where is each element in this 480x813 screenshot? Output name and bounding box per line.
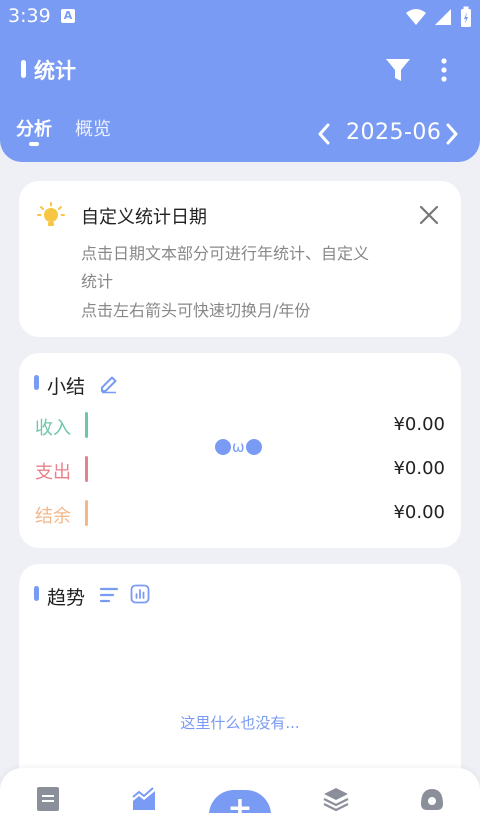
- status-icons: [406, 6, 472, 28]
- title-accent: [21, 60, 26, 78]
- tab-overview[interactable]: 概览: [75, 115, 111, 141]
- signal-icon: [435, 9, 451, 25]
- nav-layers-icon[interactable]: [323, 786, 349, 812]
- expense-bar: [85, 456, 88, 482]
- battery-icon: [461, 6, 471, 27]
- section-accent: [34, 586, 39, 601]
- expense-label: 支出: [35, 462, 71, 483]
- tab-indicator: [29, 142, 39, 146]
- close-icon[interactable]: [417, 203, 441, 227]
- tip-text-line: 点击日期文本部分可进行年统计、自定义: [81, 244, 370, 263]
- sort-list-icon[interactable]: [99, 586, 119, 604]
- edit-icon[interactable]: [99, 374, 119, 394]
- mascot-mouth: ω: [232, 438, 245, 456]
- income-bar: [85, 412, 88, 438]
- section-accent: [34, 375, 39, 390]
- tab-analysis[interactable]: 分析: [16, 115, 52, 141]
- balance-label: 结余: [35, 506, 71, 527]
- mascot-eye: [245, 439, 262, 455]
- status-time: 3:39: [8, 5, 51, 27]
- period-date[interactable]: 2025-06: [346, 120, 441, 145]
- tip-text-line: 点击左右箭头可快速切换月/年份: [81, 301, 311, 320]
- bar-chart-icon[interactable]: [130, 584, 150, 604]
- income-value: ¥0.00: [393, 414, 445, 435]
- tip-card: 自定义统计日期 点击日期文本部分可进行年统计、自定义 统计 点击左右箭头可快速切…: [19, 181, 461, 337]
- summary-card: 小结 收入 ¥0.00 支出 ¥0.00 结余 ¥0.00 ω: [19, 353, 461, 548]
- status-bar: 3:39 A: [0, 0, 480, 34]
- header: 3:39 A 统计 分析 概览 2025-06: [0, 0, 480, 162]
- chevron-right-icon[interactable]: [440, 120, 464, 148]
- mascot-eye: [215, 439, 231, 455]
- nav-statistics-icon[interactable]: [131, 786, 157, 812]
- more-options-icon[interactable]: [432, 56, 456, 84]
- chevron-left-icon[interactable]: [312, 120, 336, 148]
- income-label: 收入: [35, 418, 71, 439]
- notification-badge-icon: A: [61, 9, 75, 23]
- wifi-icon: [406, 9, 426, 25]
- nav-profile-icon[interactable]: [419, 786, 445, 812]
- filter-icon[interactable]: [384, 56, 412, 84]
- tip-text-line: 统计: [81, 272, 114, 291]
- mascot-face-icon: ω: [215, 437, 262, 457]
- expense-value: ¥0.00: [393, 458, 445, 479]
- trend-title: 趋势: [47, 587, 86, 609]
- tip-title: 自定义统计日期: [81, 207, 207, 228]
- lightbulb-icon: [37, 202, 65, 226]
- balance-value: ¥0.00: [393, 502, 445, 523]
- page-title: 统计: [34, 59, 76, 83]
- balance-bar: [85, 500, 88, 526]
- summary-title: 小结: [47, 376, 86, 398]
- empty-state-text: 这里什么也没有...: [180, 714, 300, 732]
- nav-bill-icon[interactable]: [35, 786, 61, 812]
